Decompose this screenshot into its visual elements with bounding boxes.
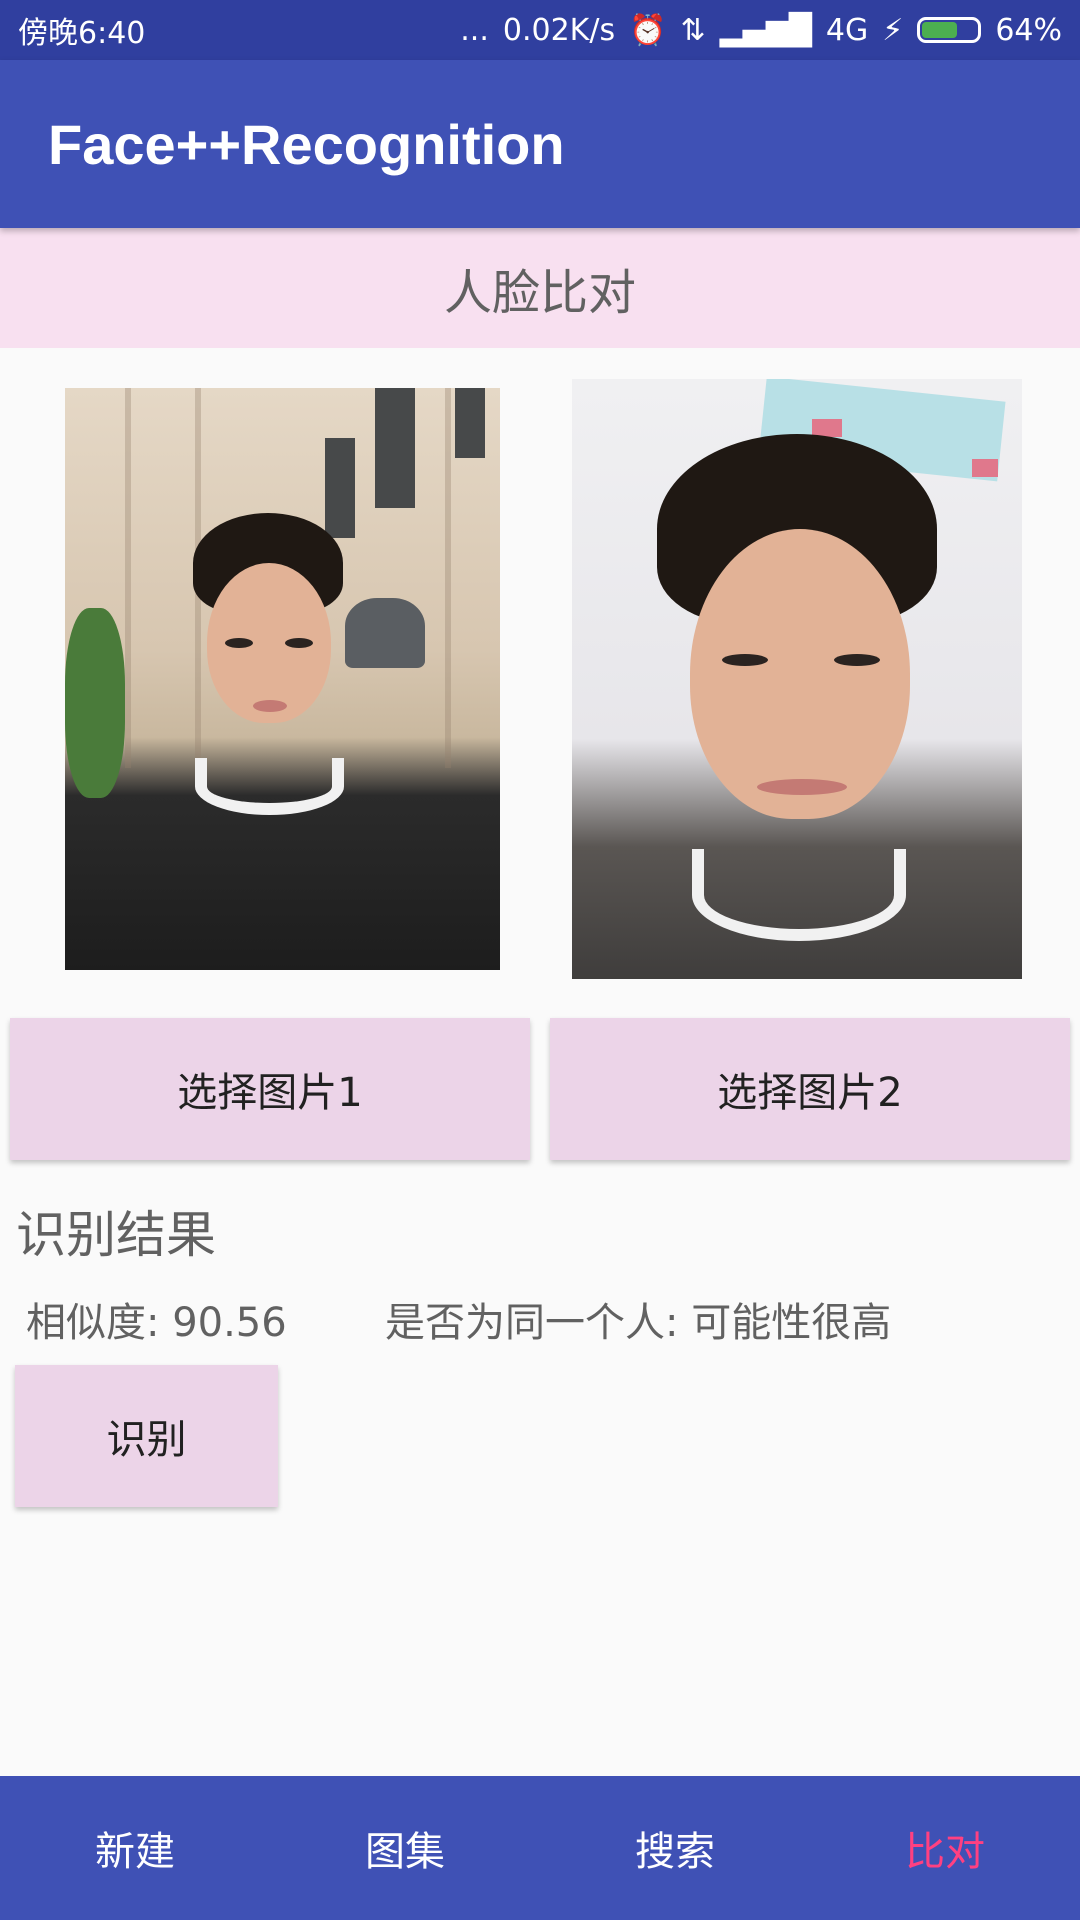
status-icons: ... 0.02K/s ⏰ ⇅ ▂▄▆█ 4G ⚡ 64% bbox=[460, 13, 1062, 48]
result-title: 识别结果 bbox=[16, 1206, 216, 1264]
data-transfer-icon: ⇅ bbox=[680, 12, 706, 48]
section-header: 人脸比对 bbox=[0, 228, 1080, 348]
pick-image-1-button[interactable]: 选择图片1 bbox=[10, 1018, 530, 1160]
status-bar: 傍晚6:40 ... 0.02K/s ⏰ ⇅ ▂▄▆█ 4G ⚡ 64% bbox=[0, 0, 1080, 60]
more-dots-icon: ... bbox=[460, 12, 489, 48]
shirt-collar bbox=[692, 849, 906, 941]
eye bbox=[285, 638, 313, 648]
alarm-icon: ⏰ bbox=[629, 12, 667, 48]
pick-image-2-button[interactable]: 选择图片2 bbox=[550, 1018, 1070, 1160]
nav-item-new[interactable]: 新建 bbox=[0, 1776, 270, 1920]
signal-icon: ▂▄▆█ bbox=[719, 12, 812, 48]
mouth bbox=[253, 700, 287, 712]
wall-sticker bbox=[972, 459, 998, 477]
same-person-text: 是否为同一个人: 可能性很高 bbox=[385, 1300, 892, 1346]
similarity-text: 相似度: 90.56 bbox=[26, 1300, 287, 1346]
building-column bbox=[445, 388, 451, 768]
eye bbox=[834, 654, 880, 666]
mouth bbox=[757, 779, 847, 795]
nav-item-gallery[interactable]: 图集 bbox=[270, 1776, 540, 1920]
battery-icon bbox=[917, 17, 982, 43]
battery-percent: 64% bbox=[995, 12, 1062, 48]
photo-2[interactable] bbox=[572, 379, 1022, 979]
battery-fill bbox=[922, 22, 957, 38]
charging-icon: ⚡ bbox=[882, 12, 904, 48]
recognize-button[interactable]: 识别 bbox=[15, 1365, 278, 1507]
building-window bbox=[455, 388, 485, 458]
app-bar: Face++Recognition bbox=[0, 60, 1080, 228]
nav-item-compare[interactable]: 比对 bbox=[810, 1776, 1080, 1920]
tree bbox=[65, 608, 125, 798]
network-type: 4G bbox=[825, 12, 869, 48]
nav-item-search[interactable]: 搜索 bbox=[540, 1776, 810, 1920]
app-title: Face++Recognition bbox=[48, 113, 565, 176]
bottom-nav: 新建 图集 搜索 比对 bbox=[0, 1776, 1080, 1920]
shirt-collar bbox=[195, 758, 344, 815]
eye bbox=[225, 638, 253, 648]
building-window bbox=[375, 388, 415, 508]
network-speed: 0.02K/s bbox=[502, 12, 616, 48]
status-time: 傍晚6:40 bbox=[18, 16, 146, 51]
lamp bbox=[345, 598, 425, 668]
building-window bbox=[325, 438, 355, 538]
eye bbox=[722, 654, 768, 666]
photo-1[interactable] bbox=[65, 388, 500, 970]
building-column bbox=[125, 388, 131, 768]
face bbox=[690, 529, 910, 819]
